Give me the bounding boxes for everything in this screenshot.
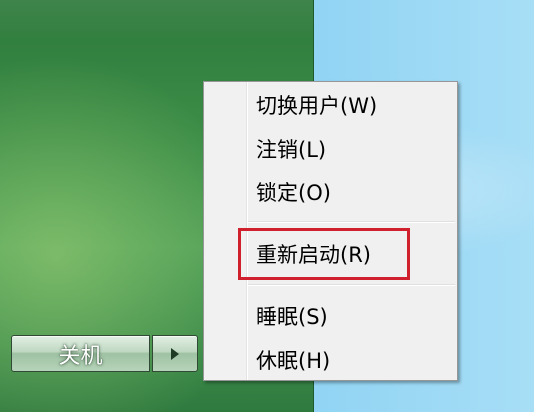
menu-item-lock[interactable]: 锁定(O)	[256, 172, 331, 212]
menu-item-log-off[interactable]: 注销(L)	[256, 129, 326, 169]
shutdown-options-button[interactable]	[152, 335, 198, 372]
menu-item-label: 锁定(O)	[256, 181, 331, 205]
menu-item-sleep[interactable]: 睡眠(S)	[256, 296, 328, 336]
menu-separator	[248, 284, 455, 286]
menu-item-restart[interactable]: 重新启动(R)	[256, 234, 371, 274]
menu-item-switch-user[interactable]: 切换用户(W)	[256, 85, 377, 125]
menu-item-label: 休眠(H)	[256, 349, 331, 373]
menu-item-label: 重新启动(R)	[256, 243, 371, 267]
menu-item-hibernate[interactable]: 休眠(H)	[256, 340, 330, 380]
shutdown-button[interactable]: 关机	[11, 335, 150, 372]
menu-item-label: 注销(L)	[256, 138, 327, 162]
triangle-right-icon	[171, 347, 179, 360]
shutdown-options-menu: 切换用户(W) 注销(L) 锁定(O) 重新启动(R) 睡眠(S) 休眠(H)	[203, 81, 458, 381]
menu-item-label: 切换用户(W)	[256, 94, 378, 118]
menu-separator	[248, 221, 455, 223]
menu-item-label: 睡眠(S)	[256, 305, 328, 329]
shutdown-button-label: 关机	[58, 343, 103, 369]
menu-icon-gutter	[204, 82, 247, 380]
